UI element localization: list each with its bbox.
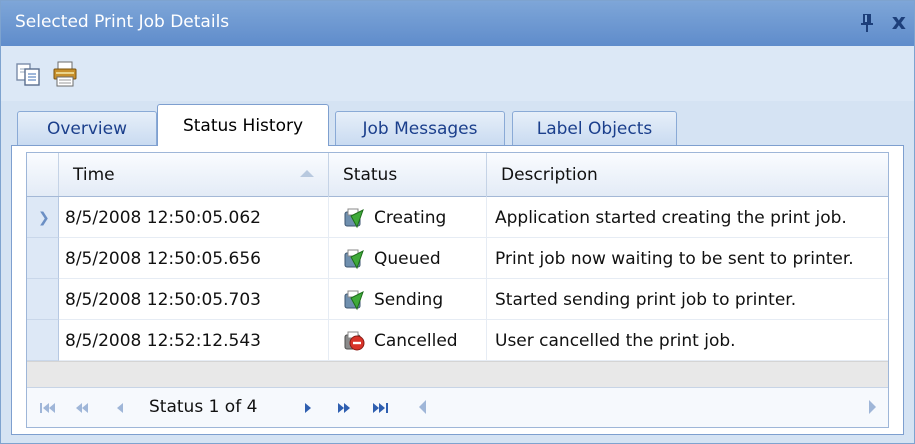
previous-record-icon[interactable] [109,400,131,416]
current-row-indicator-icon: ❯ [38,210,50,226]
status-label: Cancelled [374,330,458,351]
status-label: Creating [374,207,447,228]
grid-header: Time Status Description [27,153,888,197]
column-header-description[interactable]: Description [487,153,890,197]
record-navigator: Status 1 of 4 [27,387,888,427]
table-row[interactable]: 8/5/2008 12:52:12.543 Cancelled User can… [27,320,888,361]
column-header-time[interactable]: Time [59,153,329,197]
tab-label-objects[interactable]: Label Objects [512,111,677,145]
print-job-details-panel: Selected Print Job Details x Overview St… [0,0,915,444]
table-row[interactable]: 8/5/2008 12:50:05.656 Queued Print job n… [27,238,888,279]
column-header-status[interactable]: Status [329,153,487,197]
tab-overview[interactable]: Overview [17,111,157,145]
status-history-pane: Time Status Description ❯ 8/5/2008 12:50… [11,145,904,435]
record-position-label: Status 1 of 4 [149,397,258,417]
last-record-icon[interactable] [369,400,391,416]
copy-icon[interactable] [15,60,43,88]
description-cell: Started sending print job to printer. [495,289,797,310]
tab-job-messages[interactable]: Job Messages [335,111,505,145]
next-page-icon[interactable] [333,400,355,416]
job-progress-icon [344,208,364,228]
status-label: Sending [374,289,444,310]
previous-page-icon[interactable] [71,400,93,416]
toolbar [1,46,914,101]
row-selector[interactable] [27,238,59,279]
status-cell: Sending [329,279,487,320]
pin-icon[interactable] [860,13,874,33]
row-selector[interactable]: ❯ [27,197,59,238]
job-progress-icon [344,249,364,269]
status-cell: Creating [329,197,487,238]
sort-ascending-icon [300,170,314,177]
scroll-right-icon[interactable] [869,400,876,414]
panel-title: Selected Print Job Details [15,12,230,32]
tab-strip: Overview Status History Job Messages Lab… [1,101,914,146]
description-cell: Print job now waiting to be sent to prin… [495,248,854,269]
time-cell: 8/5/2008 12:50:05.656 [59,238,329,279]
title-bar: Selected Print Job Details x [1,1,914,46]
job-progress-icon [344,290,364,310]
next-record-icon[interactable] [297,400,319,416]
scroll-left-icon[interactable] [419,400,426,414]
job-cancelled-icon [344,331,365,350]
status-cell: Cancelled [329,320,487,361]
print-icon[interactable] [51,60,79,88]
status-cell: Queued [329,238,487,279]
time-cell: 8/5/2008 12:52:12.543 [59,320,329,361]
column-header-label: Time [73,165,115,185]
time-cell: 8/5/2008 12:50:05.062 [59,197,329,238]
table-row[interactable]: 8/5/2008 12:50:05.703 Sending Started se… [27,279,888,320]
column-header-label: Status [343,165,398,185]
first-record-icon[interactable] [37,400,59,416]
row-selector[interactable] [27,279,59,320]
column-header-label: Description [501,165,598,185]
row-selector-header [27,153,59,196]
close-icon[interactable]: x [892,10,906,35]
table-row[interactable]: ❯ 8/5/2008 12:50:05.062 Creating Applica… [27,197,888,238]
row-selector[interactable] [27,320,59,361]
status-label: Queued [374,248,441,269]
time-cell: 8/5/2008 12:50:05.703 [59,279,329,320]
grid-empty-area [27,361,888,387]
tab-status-history[interactable]: Status History [157,104,329,146]
description-cell: User cancelled the print job. [495,330,736,351]
description-cell: Application started creating the print j… [495,207,847,228]
status-history-grid: Time Status Description ❯ 8/5/2008 12:50… [26,152,889,428]
